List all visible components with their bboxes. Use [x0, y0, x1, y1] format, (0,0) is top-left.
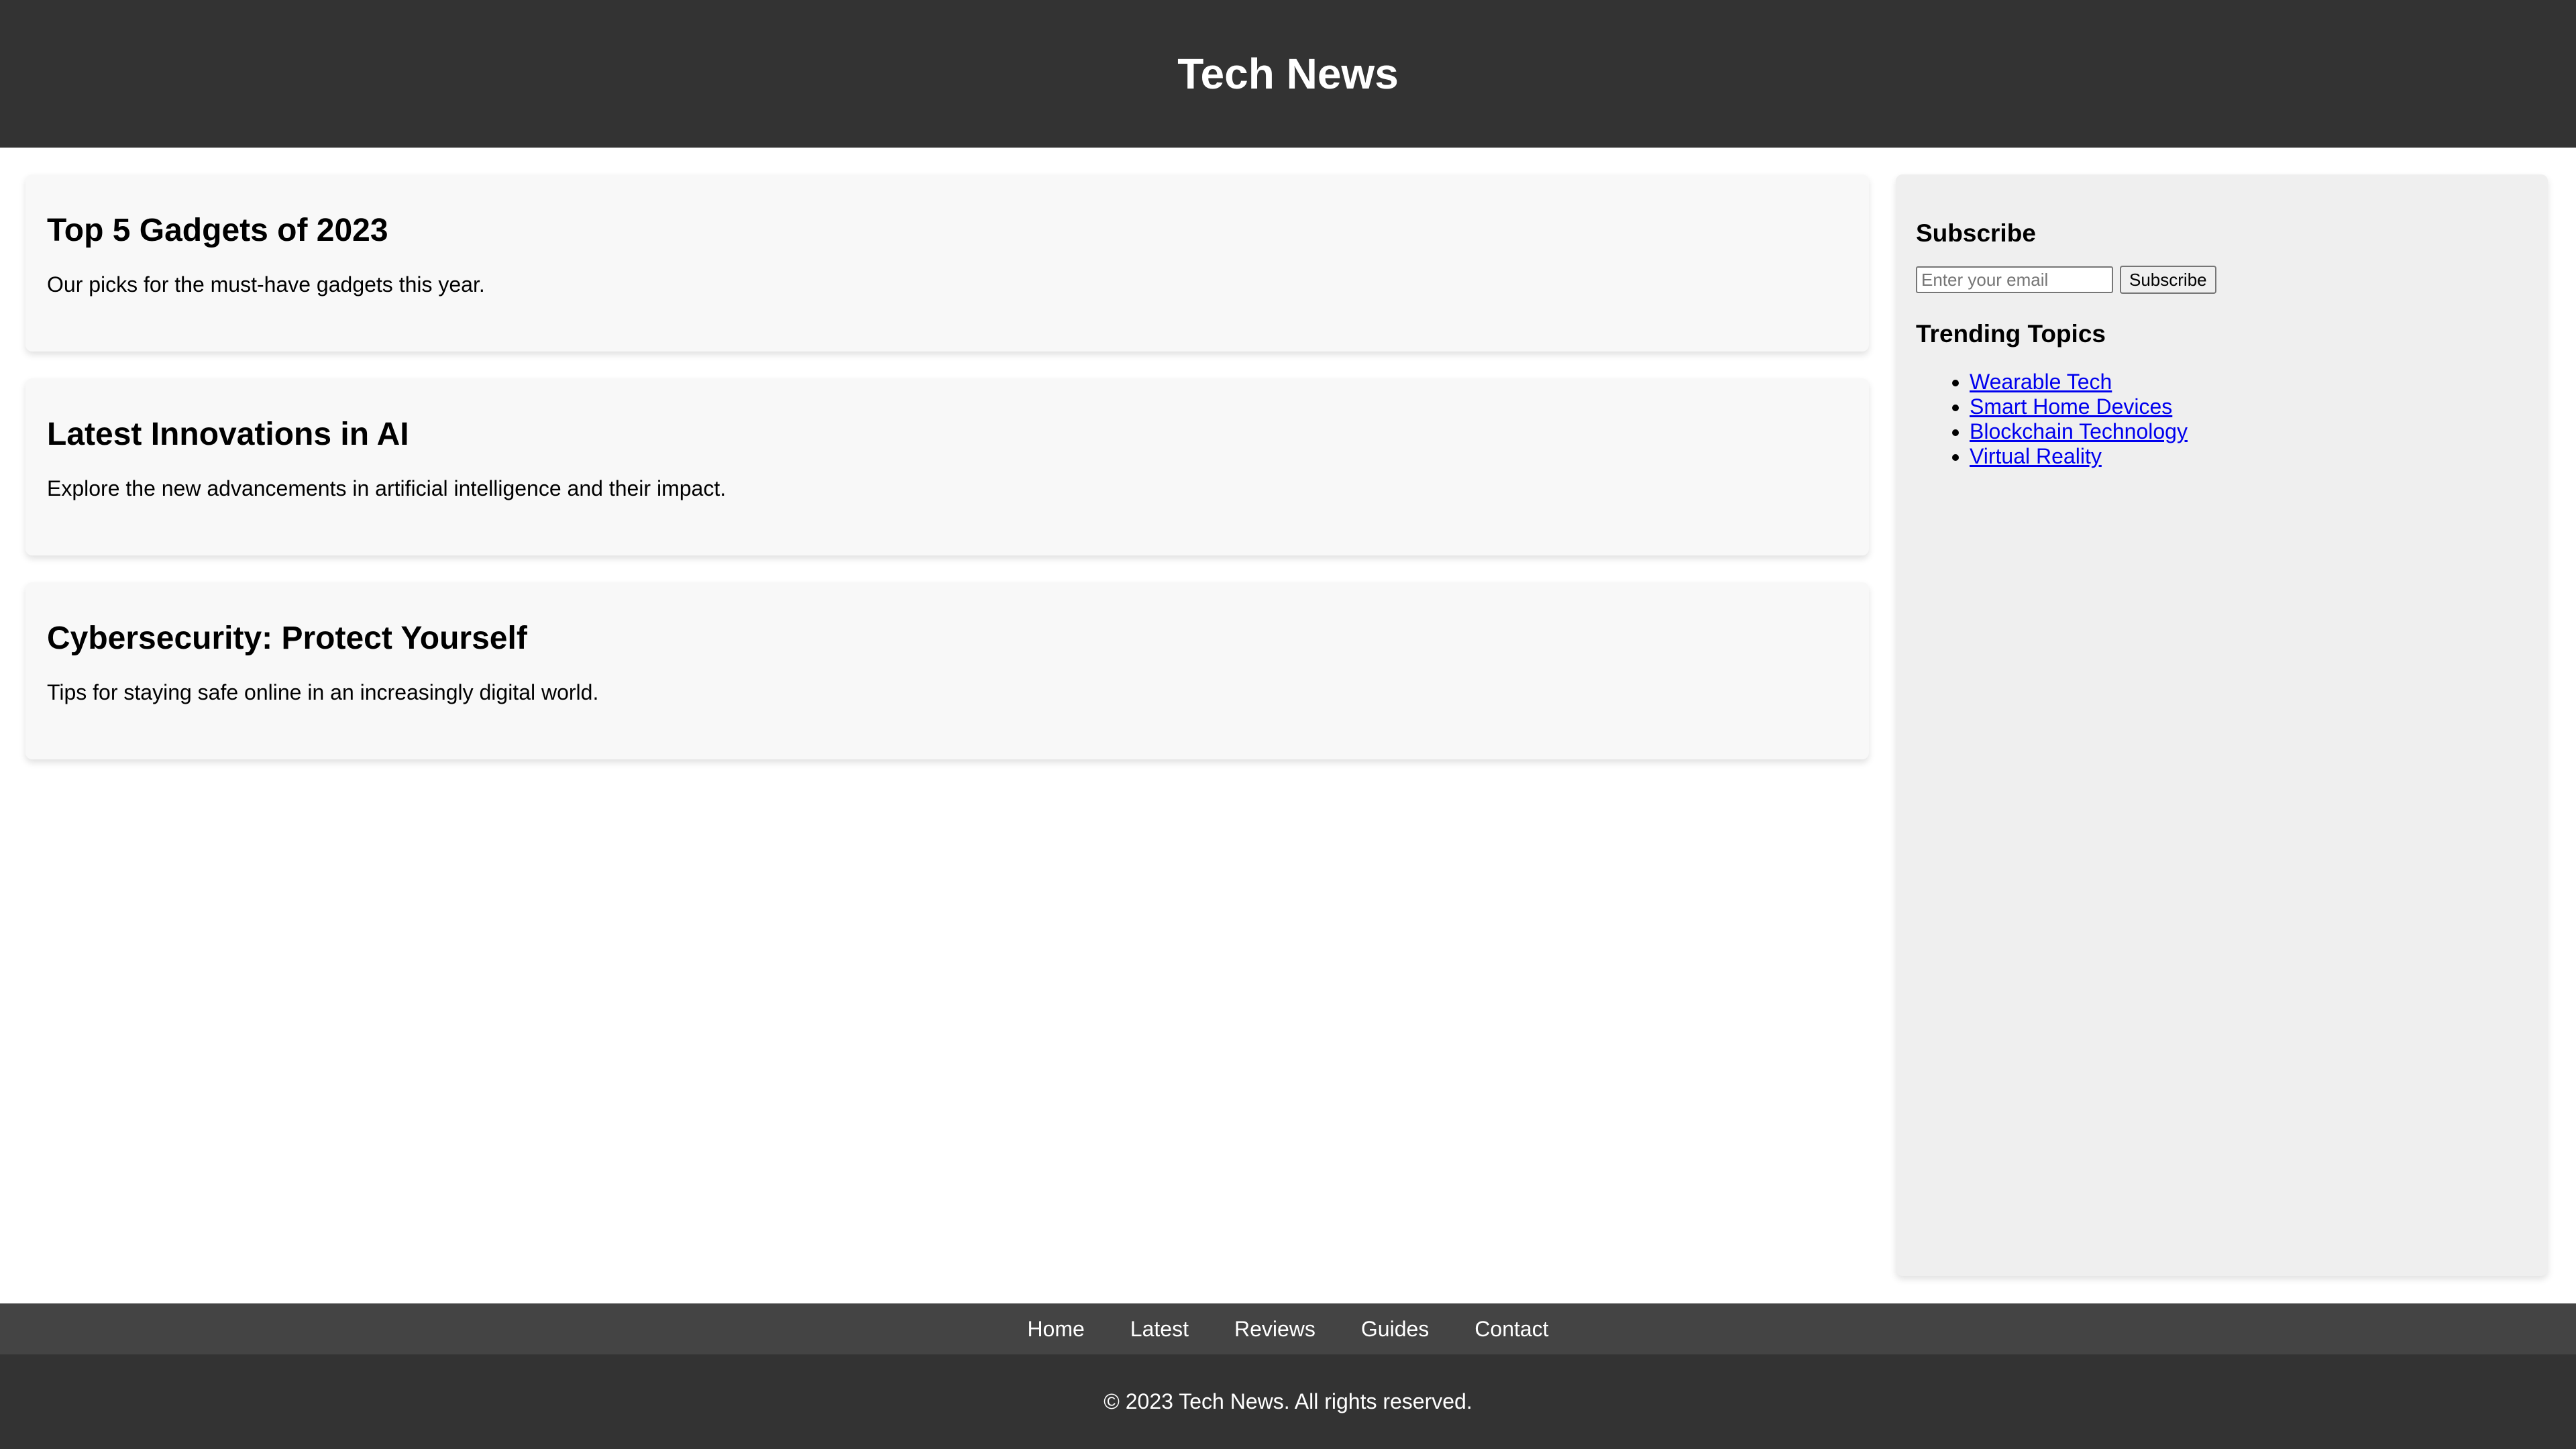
- trending-list: Wearable Tech Smart Home Devices Blockch…: [1916, 370, 2528, 469]
- topic-link-smart-home-devices[interactable]: Smart Home Devices: [1970, 394, 2172, 419]
- article-title[interactable]: Latest Innovations in AI: [47, 417, 1847, 453]
- list-item: Smart Home Devices: [1970, 394, 2528, 419]
- nav-link-contact[interactable]: Contact: [1474, 1317, 1548, 1342]
- article-card[interactable]: Top 5 Gadgets of 2023 Our picks for the …: [25, 174, 1869, 352]
- topic-link-virtual-reality[interactable]: Virtual Reality: [1970, 444, 2102, 468]
- list-item: Wearable Tech: [1970, 370, 2528, 394]
- subscribe-heading: Subscribe: [1916, 219, 2036, 247]
- article-list: Top 5 Gadgets of 2023 Our picks for the …: [25, 174, 1869, 786]
- copyright-text: © 2023 Tech News. All rights reserved.: [1104, 1389, 1472, 1413]
- sidebar: Subscribe Subscribe Trending Topics Wear…: [1896, 174, 2548, 1276]
- article-title[interactable]: Cybersecurity: Protect Yourself: [47, 621, 1847, 657]
- nav-link-reviews[interactable]: Reviews: [1234, 1317, 1316, 1342]
- article-summary: Explore the new advancements in artifici…: [47, 476, 727, 500]
- site-footer: © 2023 Tech News. All rights reserved.: [0, 1354, 2576, 1449]
- subscribe-form: Subscribe: [1916, 266, 2528, 294]
- footer-nav: Home Latest Reviews Guides Contact: [0, 1303, 2576, 1354]
- site-header: Tech News: [0, 0, 2576, 148]
- list-item: Blockchain Technology: [1970, 419, 2528, 444]
- subscribe-button[interactable]: Subscribe: [2120, 266, 2216, 294]
- nav-link-guides[interactable]: Guides: [1361, 1317, 1429, 1342]
- topic-link-wearable-tech[interactable]: Wearable Tech: [1970, 370, 2112, 394]
- article-title[interactable]: Top 5 Gadgets of 2023: [47, 213, 1847, 249]
- list-item: Virtual Reality: [1970, 444, 2528, 469]
- article-card[interactable]: Cybersecurity: Protect Yourself Tips for…: [25, 582, 1869, 759]
- site-title: Tech News: [1177, 50, 1399, 98]
- trending-heading: Trending Topics: [1916, 320, 2106, 348]
- nav-link-latest[interactable]: Latest: [1130, 1317, 1189, 1342]
- topic-link-blockchain-technology[interactable]: Blockchain Technology: [1970, 419, 2188, 443]
- nav-link-home[interactable]: Home: [1027, 1317, 1084, 1342]
- article-summary: Tips for staying safe online in an incre…: [47, 680, 599, 704]
- email-input[interactable]: [1916, 266, 2113, 294]
- article-card[interactable]: Latest Innovations in AI Explore the new…: [25, 378, 1869, 555]
- article-summary: Our picks for the must-have gadgets this…: [47, 272, 485, 297]
